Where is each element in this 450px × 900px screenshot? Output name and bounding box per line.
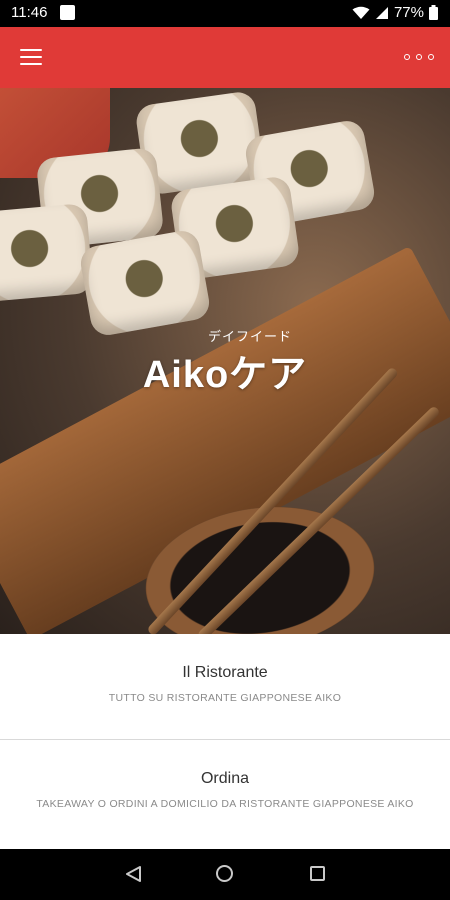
home-icon[interactable] [216,865,233,882]
battery-percent: 77% [393,4,424,21]
menu-icon[interactable] [20,48,42,66]
notification-square-icon [60,5,75,20]
sushi-roll [78,228,212,338]
more-options-icon[interactable] [404,50,434,64]
back-icon[interactable] [125,865,142,883]
section-title: Ordina [200,770,250,787]
status-time: 11:46 [11,4,48,21]
signal-icon [375,6,388,19]
section-subtitle: TUTTO SU RISTORANTE GIAPPONESE AIKO [108,692,342,704]
section-subtitle: TAKEAWAY O ORDINI A DOMICILIO DA RISTORA… [36,798,414,810]
app-bar [0,27,450,88]
sushi-roll [0,202,94,304]
wifi-icon [352,6,370,19]
section-ristorante[interactable]: Il Ristorante TUTTO SU RISTORANTE GIAPPO… [0,634,450,739]
battery-icon [429,5,438,20]
app-logo: デイフイード Aikoケア [0,326,450,398]
section-title: Il Ristorante [182,664,268,681]
recents-icon[interactable] [310,866,325,881]
status-icons: 77% [352,4,438,21]
section-ordina[interactable]: Ordina TAKEAWAY O ORDINI A DOMICILIO DA … [0,740,450,848]
hero-image: デイフイード Aikoケア [0,88,450,634]
system-nav-bar [0,849,450,900]
logo-title: Aikoケア [142,354,308,396]
status-bar: 11:46 77% [0,0,450,27]
